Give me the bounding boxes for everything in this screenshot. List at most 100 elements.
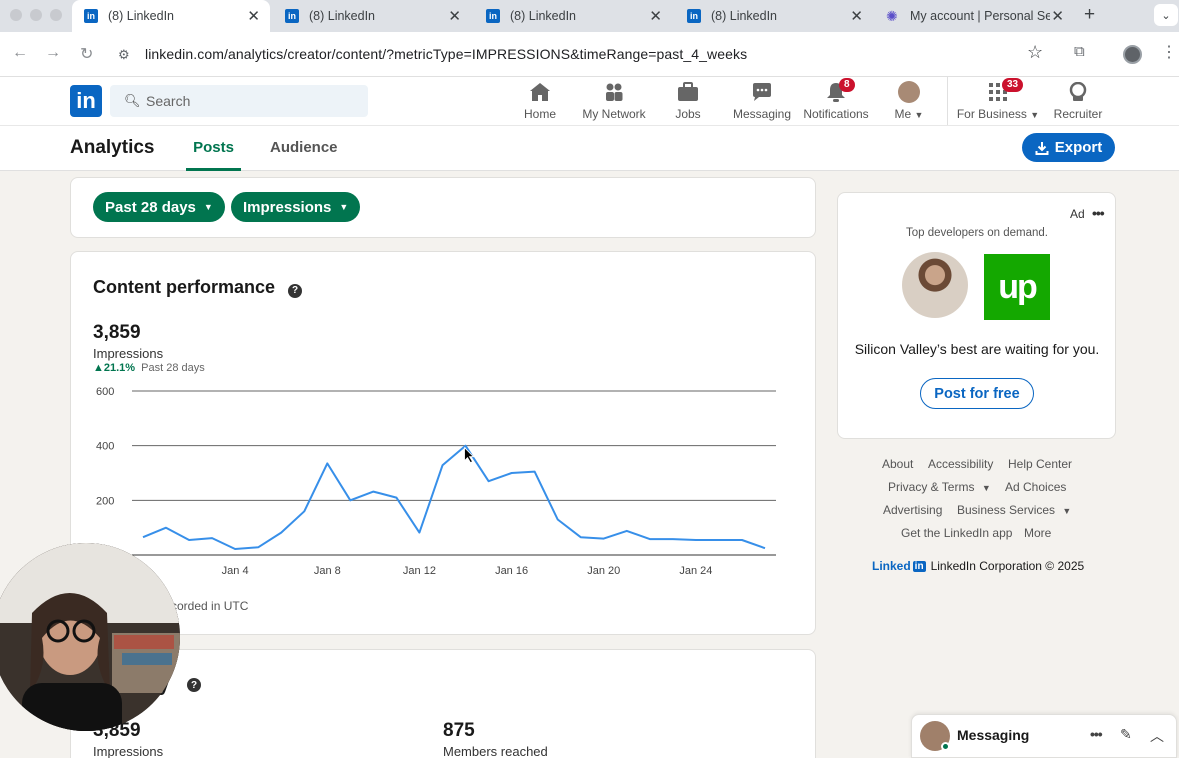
gear-favicon-icon: ✺ [886, 8, 898, 24]
change-period: Past 28 days [141, 362, 205, 374]
impressions-series-line[interactable] [142, 444, 766, 550]
help-icon[interactable]: ? [187, 678, 201, 692]
y-tick-label: 200 [96, 495, 114, 507]
browser-tab[interactable]: in (8) LinkedIn ✕ [675, 0, 873, 32]
close-icon[interactable]: ✕ [649, 7, 662, 25]
summary-impressions-label: Impressions [93, 744, 164, 758]
footer-link-get-app[interactable]: Get the LinkedIn app [901, 526, 1012, 540]
forward-arrow-icon[interactable]: → [45, 44, 61, 62]
page-title: Analytics [70, 137, 155, 158]
new-tab-plus-icon[interactable]: + [1084, 4, 1095, 26]
window-minimize-dot[interactable] [30, 9, 42, 21]
nav-jobs[interactable]: Jobs [668, 81, 708, 121]
footer-link-accessibility[interactable]: Accessibility [928, 457, 993, 471]
footer-link-privacy-terms[interactable]: Privacy & Terms ▼ [888, 480, 991, 494]
ad-card[interactable]: Ad ••• Top developers on demand. up Sili… [837, 192, 1116, 439]
extensions-puzzle-icon[interactable]: ⧉ [1074, 43, 1085, 60]
x-tick-label: Jan 8 [314, 565, 341, 577]
time-range-label: Past 28 days [105, 198, 196, 216]
nav-label: Recruiter [1053, 107, 1103, 121]
compose-icon[interactable]: ✎ [1120, 726, 1132, 743]
linkedin-header: in 🔍︎ Home My Network Jobs Messaging 8 N… [0, 77, 1179, 126]
browser-menu-icon[interactable]: ⋮ [1161, 42, 1177, 62]
footer-link-more[interactable]: More [1024, 526, 1051, 540]
search-box[interactable]: 🔍︎ [110, 85, 368, 117]
nav-for-business[interactable]: 33 For Business ▼ [956, 78, 1040, 121]
upwork-logo: up [984, 254, 1050, 320]
metric-dropdown[interactable]: Impressions ▼ [231, 192, 361, 222]
webcam-video-overlay [0, 543, 180, 731]
export-label: Export [1054, 139, 1103, 156]
analytics-subnav: Analytics Posts Audience Export [0, 126, 1179, 171]
metric-label: Impressions [243, 198, 332, 216]
nav-label: Messaging [732, 107, 792, 121]
home-icon [518, 81, 562, 103]
footer-link-about[interactable]: About [882, 457, 913, 471]
briefcase-icon [668, 81, 708, 103]
close-icon[interactable]: ✕ [448, 7, 461, 25]
profile-avatar[interactable] [1123, 45, 1142, 64]
close-icon[interactable]: ✕ [1051, 7, 1064, 25]
caret-down-icon: ▼ [1062, 506, 1072, 516]
linkedin-favicon-icon: in [486, 9, 500, 23]
footer-copyright: Linked in LinkedIn Corporation © 2025 [872, 559, 1084, 573]
nav-label: Home [523, 107, 556, 121]
browser-tab[interactable]: ✺ My account | Personal Se ✕ [874, 0, 1074, 32]
messaging-overlay[interactable]: Messaging ••• ✎ ︿ [911, 714, 1177, 758]
nav-divider [947, 77, 948, 125]
trend-up-icon: ▲ [93, 362, 104, 374]
chevron-up-icon[interactable]: ︿ [1150, 726, 1164, 746]
nav-me[interactable]: Me ▼ [889, 81, 929, 121]
change-indicator: ▲21.1% Past 28 days [93, 362, 205, 374]
window-zoom-dot[interactable] [50, 9, 62, 21]
browser-tab[interactable]: in (8) LinkedIn ✕ [72, 0, 270, 32]
footer-link-help-center[interactable]: Help Center [1008, 457, 1072, 471]
browser-tab[interactable]: in (8) LinkedIn ✕ [474, 0, 672, 32]
more-options-icon[interactable]: ••• [1090, 726, 1103, 742]
timezone-note: corded in UTC [171, 599, 249, 613]
export-button[interactable]: Export [1022, 133, 1115, 162]
copyright-text: LinkedIn Corporation © 2025 [930, 559, 1085, 573]
close-icon[interactable]: ✕ [850, 7, 863, 25]
footer-link-business-services[interactable]: Business Services ▼ [957, 503, 1071, 517]
linkedin-favicon-icon: in [84, 9, 98, 23]
nav-messaging[interactable]: Messaging [731, 81, 793, 121]
url-text[interactable]: linkedin.com/analytics/creator/content/?… [145, 46, 747, 62]
nav-home[interactable]: Home [518, 81, 562, 121]
nav-recruiter[interactable]: Recruiter [1052, 81, 1104, 121]
time-range-dropdown[interactable]: Past 28 days ▼ [93, 192, 225, 222]
tab-title: (8) LinkedIn [108, 9, 175, 23]
ad-label: Ad [1070, 207, 1085, 221]
nav-label: My Network [582, 107, 646, 121]
post-for-free-button[interactable]: Post for free [920, 378, 1034, 409]
browser-tab[interactable]: in (8) LinkedIn ✕ [273, 0, 471, 32]
back-arrow-icon[interactable]: ← [12, 44, 28, 62]
tab-title: (8) LinkedIn [711, 9, 778, 23]
reload-icon[interactable]: ↻ [80, 44, 93, 64]
help-icon[interactable]: ? [288, 283, 303, 298]
filters-card: Past 28 days ▼ Impressions ▼ [70, 177, 816, 238]
nav-notifications[interactable]: 8 Notifications [801, 78, 871, 121]
nav-label: For Business [956, 107, 1027, 121]
x-tick-label: Jan 4 [222, 565, 249, 577]
y-tick-label: 600 [96, 386, 114, 398]
footer-link-ad-choices[interactable]: Ad Choices [1005, 480, 1066, 494]
site-settings-icon[interactable]: ⚙ [118, 47, 130, 63]
linkedin-logo[interactable]: in [70, 85, 102, 117]
members-reached-value: 875 [443, 720, 475, 741]
footer-brand-box: in [912, 560, 926, 572]
more-options-icon[interactable]: ••• [1092, 205, 1105, 221]
window-close-dot[interactable] [10, 9, 22, 21]
close-icon[interactable]: ✕ [247, 7, 260, 25]
tab-audience[interactable]: Audience [270, 139, 338, 156]
tab-posts[interactable]: Posts [186, 139, 241, 171]
tab-search-chevron-icon[interactable]: ⌄ [1154, 4, 1178, 26]
nav-label: Jobs [675, 107, 701, 121]
nav-my-network[interactable]: My Network [580, 81, 648, 121]
footer-link-advertising[interactable]: Advertising [883, 503, 942, 517]
search-input[interactable] [146, 85, 356, 117]
x-tick-label: Jan 20 [587, 565, 620, 577]
presenter-video-icon [0, 543, 180, 731]
recruiter-icon [1052, 81, 1104, 103]
bookmark-star-icon[interactable]: ☆ [1027, 42, 1043, 63]
